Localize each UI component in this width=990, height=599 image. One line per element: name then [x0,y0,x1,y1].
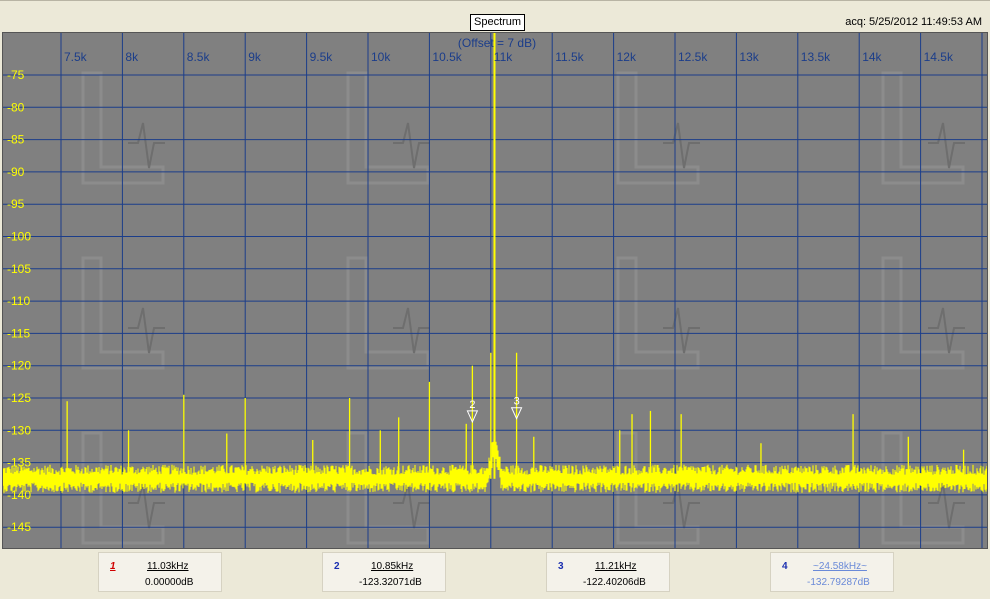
spectrum-chart[interactable]: 2 3 7.5k 8k 8.5k 9k 9.5k 10k 10.5k 11k 11.5k 12k 12… [2,33,988,548]
y-tick-label: -95 [7,197,25,211]
marker-readout-2[interactable]: 2 10.85kHz -123.32071dB [322,552,446,592]
marker-readout-4[interactable]: 4 ~24.58kHz~ -132.79287dB [770,552,894,592]
y-tick-label: -135 [7,456,31,470]
marker-readout-3[interactable]: 3 11.21kHz -122.40206dB [546,552,670,592]
y-tick-label: -85 [7,133,25,147]
marker-1-level: 0.00000dB [145,577,194,588]
marker-readout-1[interactable]: 1 11.03kHz 0.00000dB [98,552,222,592]
chart-title: Spectrum [470,14,526,31]
x-tick-label: 10.5k [432,50,462,64]
x-tick-label: 8.5k [187,50,211,64]
y-tick-label: -145 [7,520,31,534]
marker-readout-bar: 1 11.03kHz 0.00000dB 2 10.85kHz -123.320… [0,549,990,599]
title-bar: Spectrum acq: 5/25/2012 11:49:53 AM [0,0,990,32]
x-tick-label: 9.5k [310,50,334,64]
marker-4-frequency[interactable]: ~24.58kHz~ [813,561,867,572]
y-tick-label: -80 [7,100,25,114]
marker-2-number: 2 [334,561,340,572]
y-tick-label: -130 [7,423,31,437]
plot-area[interactable]: 2 3 7.5k 8k 8.5k 9k 9.5k 10k 10.5k 11k 11.5k 12k 12… [2,32,988,549]
x-tick-label: 12.5k [678,50,708,64]
x-tick-label: 8k [125,50,139,64]
marker-2-frequency[interactable]: 10.85kHz [371,561,413,572]
y-tick-label: -120 [7,359,31,373]
x-tick-label: 11k [494,50,513,64]
x-tick-label: 14.5k [924,50,954,64]
y-tick-label: -90 [7,165,25,179]
marker-3-number: 3 [558,561,564,572]
x-tick-label: 13k [739,50,759,64]
x-tick-label: 11.5k [555,50,584,64]
x-tick-label: 9k [248,50,262,64]
x-tick-label: 14k [862,50,882,64]
x-tick-label: 13.5k [801,50,831,64]
y-tick-label: -75 [7,68,25,82]
marker-3-label: 3 [514,396,520,408]
x-tick-label: 12k [617,50,637,64]
marker-1-number: 1 [110,561,116,572]
marker-3-frequency[interactable]: 11.21kHz [595,561,637,572]
marker-2-level: -123.32071dB [359,577,422,588]
y-tick-label: -115 [7,326,30,340]
x-tick-label: 7.5k [64,50,88,64]
offset-subtitle: (Offset = 7 dB) [458,36,536,50]
marker-4-number: 4 [782,561,788,572]
acquisition-timestamp: acq: 5/25/2012 11:49:53 AM [845,16,982,28]
marker-4-level: -132.79287dB [807,577,870,588]
marker-1-frequency[interactable]: 11.03kHz [147,561,189,572]
y-tick-label: -140 [7,488,31,502]
y-tick-label: -110 [7,294,30,308]
x-tick-label: 10k [371,50,391,64]
y-tick-label: -125 [7,391,31,405]
x-axis-tick-labels: 7.5k 8k 8.5k 9k 9.5k 10k 10.5k 11k 11.5k 12k 12.5k… [64,50,954,64]
y-tick-label: -105 [7,262,31,276]
y-tick-label: -100 [7,230,31,244]
marker-2-label: 2 [469,399,475,411]
marker-3-level: -122.40206dB [583,577,646,588]
